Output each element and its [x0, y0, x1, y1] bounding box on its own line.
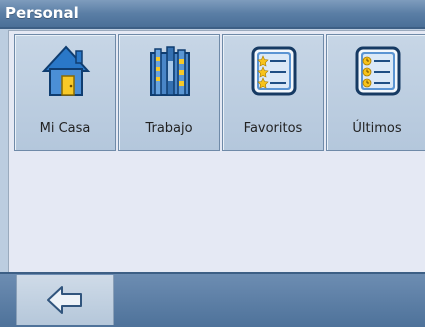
tile-label: Trabajo — [145, 121, 193, 136]
page-title: Personal — [5, 4, 79, 22]
tile-label: Mi Casa — [39, 121, 91, 136]
tile-ultimos[interactable]: Últimos — [326, 34, 425, 151]
tile-label: Últimos — [352, 121, 402, 136]
tile-trabajo[interactable]: Trabajo — [118, 34, 220, 151]
tile-mi-casa[interactable]: Mi Casa — [14, 34, 116, 151]
tile-label: Favoritos — [243, 121, 303, 136]
office-building-icon — [145, 43, 195, 99]
recent-list-icon — [353, 43, 403, 99]
starred-list-icon — [249, 43, 299, 99]
tile-favoritos[interactable]: Favoritos — [222, 34, 324, 151]
back-arrow-icon — [45, 283, 85, 321]
title-bar: Personal — [0, 0, 425, 29]
back-button[interactable] — [16, 275, 114, 325]
house-icon — [41, 43, 91, 99]
